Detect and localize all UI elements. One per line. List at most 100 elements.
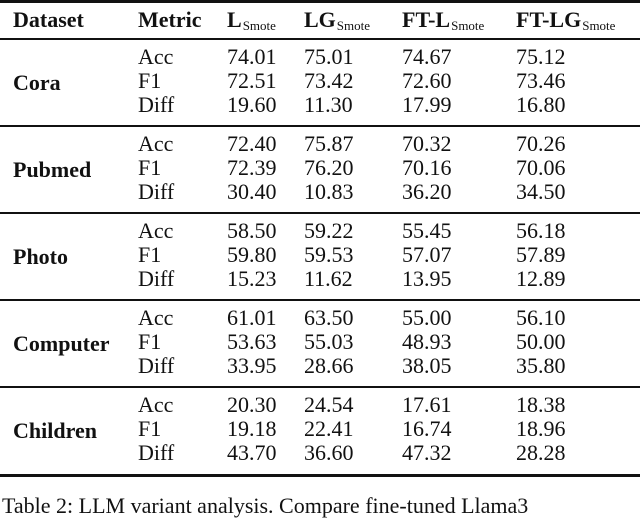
ft-lg-smote-cell: 70.26 (516, 131, 566, 156)
header-l-sub: Smote (242, 18, 276, 33)
l-smote-cell: 72.40 (227, 131, 277, 156)
metric-cell: F1 (138, 155, 162, 180)
l-smote-cell: 74.01 (227, 44, 277, 69)
ft-l-smote-cell: 17.61 (402, 392, 452, 417)
dataset-group-pubmed: Pubmed Acc 72.40 75.87 70.32 70.26 F1 72.39 76.2… (0, 127, 640, 213)
l-smote-cell: 19.60 (227, 92, 277, 117)
header-l-smote: LSmote (227, 7, 276, 34)
ft-l-smote-cell: 47.32 (402, 440, 452, 465)
dataset-group-cora: Cora Acc 74.01 75.01 74.67 75.12 F1 72.51 73.42 7… (0, 40, 640, 126)
lg-smote-cell: 10.83 (304, 179, 354, 204)
header-dataset: Dataset (13, 7, 84, 32)
lg-smote-cell: 73.42 (304, 68, 354, 93)
ft-l-smote-cell: 48.93 (402, 329, 452, 354)
ft-lg-smote-cell: 18.96 (516, 416, 566, 441)
header-ftlg-smote: FT-LGSmote (516, 7, 615, 34)
l-smote-cell: 20.30 (227, 392, 277, 417)
ft-l-smote-cell: 38.05 (402, 353, 452, 378)
l-smote-cell: 72.39 (227, 155, 277, 180)
header-ftlg-base: FT-LG (516, 7, 582, 32)
metric-cell: Diff (138, 353, 175, 378)
ft-lg-smote-cell: 12.89 (516, 266, 566, 291)
metric-cell: Acc (138, 44, 174, 69)
ft-lg-smote-cell: 70.06 (516, 155, 566, 180)
lg-smote-cell: 55.03 (304, 329, 354, 354)
metric-cell: Diff (138, 440, 175, 465)
header-ftlg-sub: Smote (582, 18, 616, 33)
ft-lg-smote-cell: 56.18 (516, 218, 566, 243)
ft-l-smote-cell: 13.95 (402, 266, 452, 291)
lg-smote-cell: 36.60 (304, 440, 354, 465)
table-caption: Table 2: LLM variant analysis. Compare f… (2, 493, 529, 518)
l-smote-cell: 72.51 (227, 68, 277, 93)
header-lg-smote: LGSmote (304, 7, 370, 34)
lg-smote-cell: 28.66 (304, 353, 354, 378)
dataset-group-computer: Computer Acc 61.01 63.50 55.00 56.10 F1 53.63 55… (0, 301, 640, 387)
ft-lg-smote-cell: 50.00 (516, 329, 566, 354)
ft-lg-smote-cell: 18.38 (516, 392, 566, 417)
lg-smote-cell: 22.41 (304, 416, 354, 441)
ft-lg-smote-cell: 16.80 (516, 92, 566, 117)
table-row: F1 53.63 55.03 48.93 50.00 (0, 330, 640, 354)
l-smote-cell: 33.95 (227, 353, 277, 378)
table-row: Acc 74.01 75.01 74.67 75.12 (0, 45, 640, 69)
ft-l-smote-cell: 55.45 (402, 218, 452, 243)
ft-lg-smote-cell: 28.28 (516, 440, 566, 465)
ft-lg-smote-cell: 75.12 (516, 44, 566, 69)
header-ftl-smote: FT-LSmote (402, 7, 484, 34)
table-row: Diff 33.95 28.66 38.05 35.80 (0, 354, 640, 378)
ft-l-smote-cell: 36.20 (402, 179, 452, 204)
table-row: Acc 72.40 75.87 70.32 70.26 (0, 132, 640, 156)
l-smote-cell: 19.18 (227, 416, 277, 441)
metric-cell: F1 (138, 329, 162, 354)
ft-l-smote-cell: 70.32 (402, 131, 452, 156)
ft-lg-smote-cell: 73.46 (516, 68, 566, 93)
metric-cell: Acc (138, 131, 174, 156)
l-smote-cell: 15.23 (227, 266, 277, 291)
lg-smote-cell: 75.87 (304, 131, 354, 156)
lg-smote-cell: 59.53 (304, 242, 354, 267)
table-row: Diff 15.23 11.62 13.95 12.89 (0, 267, 640, 291)
header-l-base: L (227, 7, 242, 32)
metric-cell: Diff (138, 179, 175, 204)
top-rule (0, 0, 640, 3)
header-lg-sub: Smote (336, 18, 371, 33)
header-ftl-sub: Smote (451, 18, 485, 33)
lg-smote-cell: 11.30 (304, 92, 353, 117)
table-row: Diff 43.70 36.60 47.32 28.28 (0, 441, 640, 465)
dataset-group-photo: Photo Acc 58.50 59.22 55.45 56.18 F1 59.80 59.53… (0, 214, 640, 300)
ft-lg-smote-cell: 34.50 (516, 179, 566, 204)
lg-smote-cell: 63.50 (304, 305, 354, 330)
l-smote-cell: 30.40 (227, 179, 277, 204)
table-row: Diff 19.60 11.30 17.99 16.80 (0, 93, 640, 117)
l-smote-cell: 59.80 (227, 242, 277, 267)
ft-l-smote-cell: 55.00 (402, 305, 452, 330)
table-row: F1 59.80 59.53 57.07 57.89 (0, 243, 640, 267)
metric-cell: Acc (138, 392, 174, 417)
ft-l-smote-cell: 74.67 (402, 44, 452, 69)
metric-cell: F1 (138, 68, 162, 93)
l-smote-cell: 43.70 (227, 440, 277, 465)
metric-cell: Diff (138, 92, 175, 117)
header-metric: Metric (138, 7, 202, 32)
bottom-rule (0, 474, 640, 477)
l-smote-cell: 61.01 (227, 305, 277, 330)
lg-smote-cell: 11.62 (304, 266, 353, 291)
lg-smote-cell: 76.20 (304, 155, 354, 180)
lg-smote-cell: 59.22 (304, 218, 354, 243)
table-row: F1 72.39 76.20 70.16 70.06 (0, 156, 640, 180)
table-row: F1 19.18 22.41 16.74 18.96 (0, 417, 640, 441)
table-row: Acc 61.01 63.50 55.00 56.10 (0, 306, 640, 330)
metric-cell: F1 (138, 416, 162, 441)
table-row: Acc 20.30 24.54 17.61 18.38 (0, 393, 640, 417)
metric-cell: Acc (138, 305, 174, 330)
metric-cell: Acc (138, 218, 174, 243)
l-smote-cell: 58.50 (227, 218, 277, 243)
table-row: F1 72.51 73.42 72.60 73.46 (0, 69, 640, 93)
dataset-group-children: Children Acc 20.30 24.54 17.61 18.38 F1 19.18 22… (0, 388, 640, 474)
ft-l-smote-cell: 72.60 (402, 68, 452, 93)
ft-lg-smote-cell: 56.10 (516, 305, 566, 330)
lg-smote-cell: 75.01 (304, 44, 354, 69)
header-lg-base: LG (304, 7, 336, 32)
lg-smote-cell: 24.54 (304, 392, 354, 417)
